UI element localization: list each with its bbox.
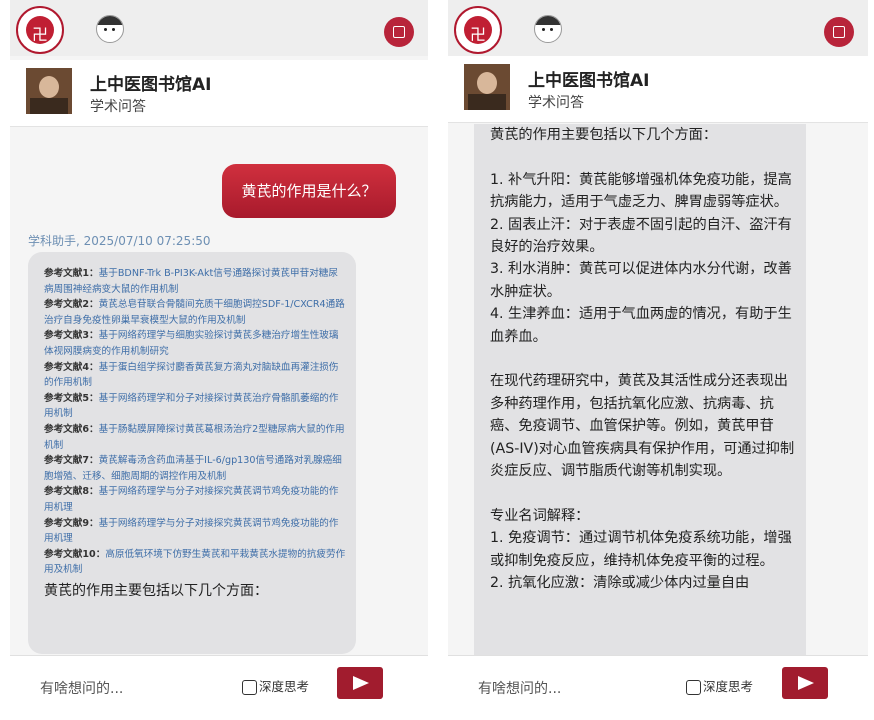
- answer-line: 4. 生津养血：适用于气血两虚的情况，有助于生血养血。: [490, 306, 792, 345]
- answer-line: 2. 固表止汗：对于表虚不固引起的自汗、盗汗有良好的治疗效果。: [490, 216, 792, 256]
- deep-think-label: 深度思考: [259, 679, 310, 694]
- deep-think-checkbox[interactable]: [242, 680, 257, 695]
- bot-avatar: [464, 64, 510, 110]
- answer-line: 1. 补气升阳：黄芪能够增强机体免疫功能，提高抗病能力，适用于气虚乏力、脾胃虚弱…: [490, 171, 792, 211]
- chat-screen-right: 卍 上中医图书馆AI 学术问答 黄芪的作用主要包括以下几个方面： 1. 补气升阳…: [448, 0, 868, 720]
- reference-item[interactable]: 参考文献1：基于BDNF-Trk B-PI3K-Akt信号通路探讨黄芪甲苷对糖尿…: [44, 266, 346, 297]
- answer-intro-text: 黄芪的作用主要包括以下几个方面：: [44, 582, 268, 599]
- chat-screen-left: 卍 上中医图书馆AI 学术问答 黄芪的作用是什么？ 学科助手, 2025/07/…: [10, 0, 428, 720]
- menu-button[interactable]: [824, 17, 854, 47]
- bot-subtitle: 学术问答: [90, 99, 146, 115]
- answer-line: 专业名词解释：: [490, 507, 590, 524]
- bot-avatar: [26, 68, 72, 114]
- deep-think-toggle[interactable]: 深度思考: [686, 676, 753, 695]
- reference-list: 参考文献1：基于BDNF-Trk B-PI3K-Akt信号通路探讨黄芪甲苷对糖尿…: [44, 266, 346, 578]
- reference-item[interactable]: 参考文献5：基于网络药理学和分子对接探讨黄芪治疗骨骼肌萎缩的作用机制: [44, 391, 346, 422]
- menu-button[interactable]: [384, 17, 414, 47]
- input-bar: 有啥想问的... 深度思考: [10, 655, 428, 720]
- assistant-answer-card: 参考文献1：基于BDNF-Trk B-PI3K-Akt信号通路探讨黄芪甲苷对糖尿…: [28, 252, 356, 654]
- message-meta: 学科助手, 2025/07/10 07:25:50: [28, 234, 211, 248]
- reference-item[interactable]: 参考文献7：黄芪解毒汤含药血清基于IL-6/gp130信号通路对乳腺癌细胞增殖、…: [44, 453, 346, 484]
- reference-item[interactable]: 参考文献3：基于网络药理学与细胞实验探讨黄芪多糖治疗增生性玻璃体视网膜病变的作用…: [44, 328, 346, 359]
- deep-think-checkbox[interactable]: [686, 680, 701, 695]
- send-button[interactable]: [782, 667, 828, 699]
- user-avatar-icon[interactable]: [96, 15, 124, 43]
- reference-item[interactable]: 参考文献8：基于网络药理学与分子对接探究黄芪调节鸡免疫功能的作用机理: [44, 484, 346, 515]
- question-input[interactable]: 有啥想问的...: [40, 678, 123, 698]
- answer-line: 黄芪的作用主要包括以下几个方面：: [490, 127, 718, 143]
- user-message-bubble: 黄芪的作用是什么？: [222, 164, 396, 218]
- assistant-answer-card: 黄芪的作用主要包括以下几个方面： 1. 补气升阳：黄芪能够增强机体免疫功能，提高…: [474, 124, 806, 684]
- question-input[interactable]: 有啥想问的...: [478, 678, 561, 698]
- deep-think-toggle[interactable]: 深度思考: [242, 676, 309, 695]
- answer-line: 3. 利水消肿：黄芪可以促进体内水分代谢，改善水肿症状。: [490, 261, 792, 300]
- answer-text: 黄芪的作用主要包括以下几个方面： 1. 补气升阳：黄芪能够增强机体免疫功能，提高…: [474, 124, 806, 594]
- reference-item[interactable]: 参考文献4：基于蛋白组学探讨麝香黄芪复方滴丸对脑缺血再灌注损伤的作用机制: [44, 360, 346, 391]
- answer-line: 在现代药理研究中，黄芪及其活性成分还表现出多种药理作用，包括抗氧化应激、抗病毒、…: [490, 373, 795, 480]
- answer-line: 2. 抗氧化应激：清除或减少体内过量自由: [490, 575, 750, 592]
- reference-item[interactable]: 参考文献9：基于网络药理学与分子对接探究黄芪调节鸡免疫功能的作用机理: [44, 516, 346, 547]
- library-logo-icon[interactable]: 卍: [16, 6, 64, 54]
- bot-name: 上中医图书馆AI: [90, 75, 212, 95]
- reference-item[interactable]: 参考文献10：高原低氧环境下仿野生黄芪和平栽黄芪水提物的抗疲劳作用及机制: [44, 547, 346, 578]
- user-avatar-icon[interactable]: [534, 15, 562, 43]
- reference-item[interactable]: 参考文献2：黄芪总皂苷联合骨髓间充质干细胞调控SDF-1/CXCR4通路治疗自身…: [44, 297, 346, 328]
- bot-header: 上中医图书馆AI 学术问答: [448, 56, 868, 123]
- library-logo-icon[interactable]: 卍: [454, 6, 502, 54]
- top-bar: 卍: [448, 0, 868, 56]
- input-bar: 有啥想问的... 深度思考: [448, 655, 868, 720]
- answer-line: 1. 免疫调节：通过调节机体免疫系统功能，增强或抑制免疫反应，维持机体免疫平衡的…: [490, 530, 792, 569]
- top-bar: 卍: [10, 0, 428, 56]
- deep-think-label: 深度思考: [703, 679, 754, 694]
- bot-header: 上中医图书馆AI 学术问答: [10, 60, 428, 127]
- bot-subtitle: 学术问答: [528, 95, 584, 111]
- send-button[interactable]: [337, 667, 383, 699]
- bot-name: 上中医图书馆AI: [528, 71, 650, 91]
- reference-item[interactable]: 参考文献6：基于肠黏膜屏障探讨黄芪葛根汤治疗2型糖尿病大鼠的作用机制: [44, 422, 346, 453]
